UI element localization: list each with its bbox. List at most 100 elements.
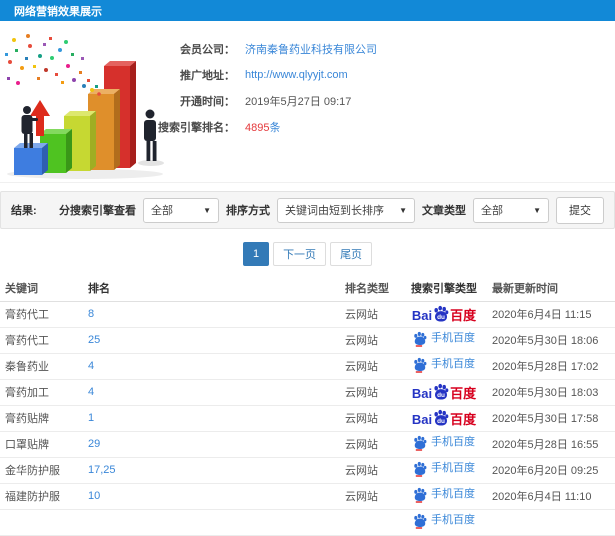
keyword-text: 膏药加工 xyxy=(5,387,49,399)
table-row: 金华防护服 17,25 云网站 Bai du 百度 xyxy=(0,457,615,484)
sort-label: 排序方式 xyxy=(226,205,270,217)
promo-url-link[interactable]: http://www.qlyyjt.com xyxy=(245,69,348,81)
rank-type-cell: 云网站 xyxy=(342,457,400,484)
mobile-paw-icon xyxy=(414,435,427,451)
mobile-paw-icon xyxy=(414,487,427,503)
keyword-text: 膏药代工 xyxy=(5,309,49,321)
article-type-select[interactable]: 全部 ▼ xyxy=(473,197,549,223)
keyword-text: 秦鲁药业 xyxy=(5,361,49,373)
results-table: 关键词 排名 排名类型 搜索引擎类型 最新更新时间 膏药代工 8 云网站 Bai xyxy=(0,276,615,536)
mobile-baidu-logo-icon: 手机百度 xyxy=(413,461,475,477)
mobile-paw-icon xyxy=(414,461,427,477)
updated-cell: 2020年5月30日 17:58 xyxy=(488,405,615,432)
svg-text:du: du xyxy=(437,392,445,399)
businessman-right xyxy=(144,109,157,161)
baidu-paw-icon: du xyxy=(434,305,449,322)
chevron-down-icon: ▼ xyxy=(203,205,211,215)
rank-type-cell: 云网站 xyxy=(342,431,400,458)
rank-link[interactable]: 10 xyxy=(88,490,100,502)
mobile-baidu-label: 手机百度 xyxy=(431,332,475,344)
mobile-baidu-logo-icon: 手机百度 xyxy=(413,513,475,529)
engine-cell: Bai du 百度 xyxy=(400,457,488,484)
rank-link[interactable]: 1 xyxy=(88,412,94,424)
engine-cell: Bai du 百度 xyxy=(400,301,488,328)
rank-unit: 条 xyxy=(269,122,281,134)
window-titlebar: 网络营销效果展示 xyxy=(0,0,615,21)
article-type-label: 文章类型 xyxy=(422,205,466,217)
table-row: 秦鲁药业 4 云网站 Bai du 百度 xyxy=(0,353,615,380)
member-company-link[interactable]: 济南秦鲁药业科技有限公司 xyxy=(245,41,377,57)
mobile-paw-icon xyxy=(414,513,427,529)
keyword-text: 膏药代工 xyxy=(5,335,49,347)
engine-rank-value: 4895条 xyxy=(245,119,280,135)
updated-cell: 2020年5月30日 18:06 xyxy=(488,327,615,354)
table-row: 膏药加工 4 云网站 Bai du 百度 2020年5月30日 18:03 xyxy=(0,379,615,406)
header-rank-type: 排名类型 xyxy=(342,276,400,302)
article-type-value: 全部 xyxy=(481,205,503,217)
mobile-paw-icon xyxy=(414,331,427,347)
engine-cell: Bai du 百度 xyxy=(400,327,488,354)
pagination: 1 下一页 尾页 xyxy=(0,242,615,266)
mobile-baidu-logo-icon: 手机百度 xyxy=(413,331,475,347)
mobile-baidu-logo-icon: 手机百度 xyxy=(413,487,475,503)
engine-cell: Bai du 百度 xyxy=(400,379,488,406)
engine-filter-select[interactable]: 全部 ▼ xyxy=(143,197,219,223)
rank-link[interactable]: 17,25 xyxy=(88,464,116,476)
page-1-button[interactable]: 1 xyxy=(242,242,270,266)
rank-type-cell: 云网站 xyxy=(342,353,400,380)
rank-link[interactable]: 25 xyxy=(88,334,100,346)
keyword-text: 膏药贴牌 xyxy=(5,413,49,425)
chevron-down-icon: ▼ xyxy=(399,205,407,215)
chevron-down-icon: ▼ xyxy=(533,205,541,215)
next-page-button[interactable]: 下一页 xyxy=(273,242,327,266)
rank-link[interactable]: 29 xyxy=(88,438,100,450)
updated-cell: 2020年6月4日 11:10 xyxy=(488,483,615,510)
engine-filter-value: 全部 xyxy=(151,205,173,217)
filter-bar: 结果: 分搜索引擎查看 全部 ▼ 排序方式 关键词由短到长排序 ▼ 文章类型 全… xyxy=(0,191,615,229)
baidu-paw-icon: du xyxy=(434,383,449,400)
keyword-text: 口罩贴牌 xyxy=(5,439,49,451)
table-row: 福建防护服 10 云网站 Bai du 百度 xyxy=(0,483,615,510)
header-keyword: 关键词 xyxy=(0,276,86,302)
engine-cell: Bai du 百度 xyxy=(400,353,488,380)
baidu-logo-icon: Bai du 百度 xyxy=(412,409,476,426)
mobile-baidu-label: 手机百度 xyxy=(431,358,475,370)
result-label: 结果: xyxy=(11,205,37,217)
header-rank: 排名 xyxy=(86,276,342,302)
mobile-paw-icon xyxy=(414,357,427,373)
submit-button[interactable]: 提交 xyxy=(556,196,604,224)
baidu-logo-icon: Bai du 百度 xyxy=(412,305,476,322)
filter-controls: 分搜索引擎查看 全部 ▼ 排序方式 关键词由短到长排序 ▼ 文章类型 全部 ▼ … xyxy=(59,196,604,224)
keyword-text: 金华防护服 xyxy=(5,465,60,477)
open-time-value: 2019年5月27日 09:17 xyxy=(245,96,352,108)
results-table-header: 关键词 排名 排名类型 搜索引擎类型 最新更新时间 xyxy=(0,276,615,302)
page-title: 网络营销效果展示 xyxy=(14,5,102,18)
engine-filter-label: 分搜索引擎查看 xyxy=(59,205,136,217)
rank-link[interactable]: 4 xyxy=(88,386,94,398)
rank-link[interactable]: 8 xyxy=(88,308,94,320)
svg-text:du: du xyxy=(437,314,445,321)
header-engine-type: 搜索引擎类型 xyxy=(400,276,488,302)
table-row: 膏药代工 8 云网站 Bai du 百度 2020年6月4日 11:15 xyxy=(0,301,615,328)
rank-link[interactable]: 4 xyxy=(88,360,94,372)
table-row: Bai du 百度 xyxy=(0,509,615,536)
rank-count: 4895 xyxy=(245,122,270,134)
updated-cell: 2020年5月28日 16:55 xyxy=(488,431,615,458)
sort-select[interactable]: 关键词由短到长排序 ▼ xyxy=(277,197,415,223)
rank-type-cell: 云网站 xyxy=(342,405,400,432)
mobile-baidu-logo-icon: 手机百度 xyxy=(413,357,475,373)
updated-cell xyxy=(488,509,615,536)
last-page-button[interactable]: 尾页 xyxy=(330,242,373,266)
rank-type-cell: 云网站 xyxy=(342,301,400,328)
updated-cell: 2020年5月30日 18:03 xyxy=(488,379,615,406)
table-row: 口罩贴牌 29 云网站 Bai du 百度 xyxy=(0,431,615,458)
rank-type-cell: 云网站 xyxy=(342,327,400,354)
mobile-baidu-label: 手机百度 xyxy=(431,488,475,500)
keyword-text: 福建防护服 xyxy=(5,491,60,503)
updated-cell: 2020年5月28日 17:02 xyxy=(488,353,615,380)
table-row: 膏药贴牌 1 云网站 Bai du 百度 2020年5月30日 17:58 xyxy=(0,405,615,432)
mobile-baidu-label: 手机百度 xyxy=(431,436,475,448)
sort-value: 关键词由短到长排序 xyxy=(285,205,384,217)
bar-chart-clipart xyxy=(5,34,164,179)
engine-cell: Bai du 百度 xyxy=(400,405,488,432)
